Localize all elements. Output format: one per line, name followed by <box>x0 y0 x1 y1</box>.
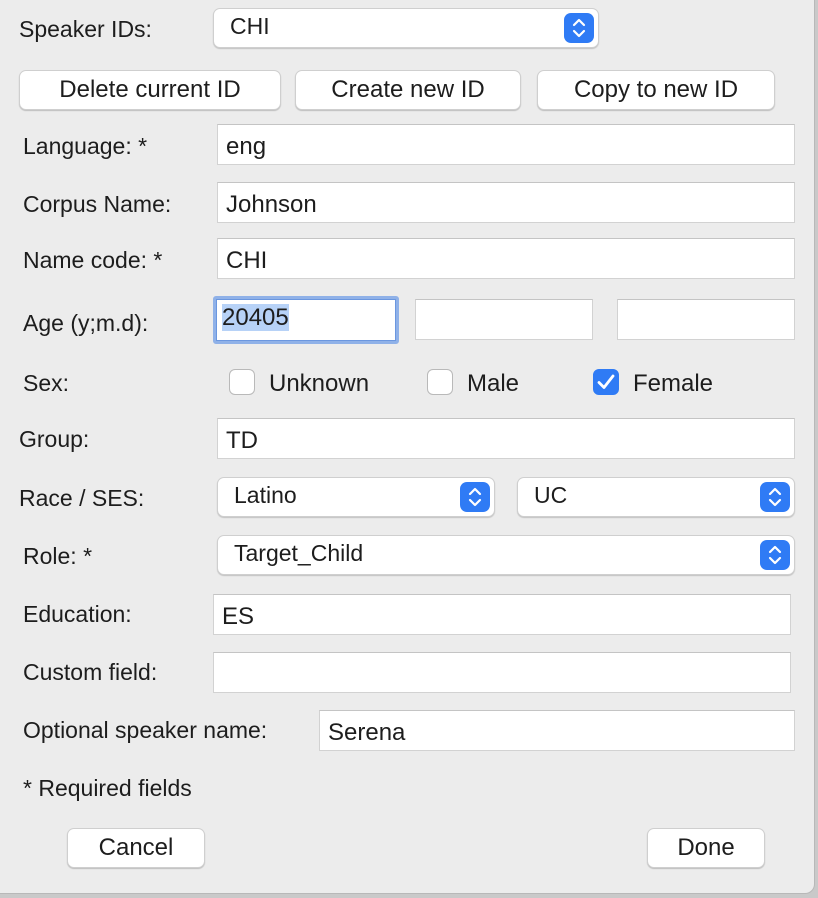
race-ses-label: Race / SES: <box>19 485 145 511</box>
chevron-up-down-icon <box>760 540 790 570</box>
language-label: Language: * <box>23 133 148 159</box>
corpus-name-label: Corpus Name: <box>23 191 172 217</box>
checkmark-icon <box>597 374 615 389</box>
speaker-ids-label: Speaker IDs: <box>19 16 152 42</box>
corpus-name-input[interactable]: Johnson <box>217 182 795 223</box>
speaker-id-dialog: Speaker IDs: CHI Delete current ID Creat… <box>0 0 815 894</box>
speaker-ids-select[interactable]: CHI <box>213 8 599 48</box>
age-selected-text: 20405 <box>222 304 289 331</box>
required-fields-note: * Required fields <box>23 775 192 801</box>
ses-select[interactable]: UC <box>517 477 795 517</box>
ses-value: UC <box>534 482 568 508</box>
role-label: Role: * <box>23 543 93 569</box>
chevron-up-down-icon <box>760 482 790 512</box>
age-days-input[interactable] <box>617 299 795 340</box>
sex-unknown-checkbox[interactable] <box>229 369 255 395</box>
done-button[interactable]: Done <box>647 828 765 868</box>
chevron-up-down-icon <box>564 13 594 43</box>
speaker-name-label: Optional speaker name: <box>23 717 268 743</box>
custom-field-input[interactable] <box>213 652 791 693</box>
name-code-input[interactable]: CHI <box>217 238 795 279</box>
group-label: Group: <box>19 426 90 452</box>
language-input[interactable]: eng <box>217 124 795 165</box>
create-new-id-button[interactable]: Create new ID <box>295 70 521 110</box>
sex-unknown-label[interactable]: Unknown <box>269 370 369 398</box>
age-label: Age (y;m.d): <box>23 310 149 336</box>
education-label: Education: <box>23 601 132 627</box>
chevron-up-down-icon <box>460 482 490 512</box>
sex-male-label[interactable]: Male <box>467 370 519 398</box>
race-value: Latino <box>234 482 297 508</box>
group-input[interactable]: TD <box>217 418 795 459</box>
speaker-name-input[interactable]: Serena <box>319 710 795 751</box>
role-value: Target_Child <box>234 540 364 566</box>
copy-to-new-id-button[interactable]: Copy to new ID <box>537 70 775 110</box>
custom-field-label: Custom field: <box>23 659 158 685</box>
role-select[interactable]: Target_Child <box>217 535 795 575</box>
age-months-input[interactable] <box>415 299 593 340</box>
sex-female-checkbox[interactable] <box>593 369 619 395</box>
age-years-input[interactable]: 20405 <box>213 296 399 344</box>
cancel-button[interactable]: Cancel <box>67 828 205 868</box>
race-select[interactable]: Latino <box>217 477 495 517</box>
speaker-ids-value: CHI <box>230 13 270 39</box>
delete-current-id-button[interactable]: Delete current ID <box>19 70 281 110</box>
sex-female-label[interactable]: Female <box>633 370 713 398</box>
name-code-label: Name code: * <box>23 247 163 273</box>
sex-male-checkbox[interactable] <box>427 369 453 395</box>
sex-label: Sex: <box>23 370 70 396</box>
education-input[interactable]: ES <box>213 594 791 635</box>
